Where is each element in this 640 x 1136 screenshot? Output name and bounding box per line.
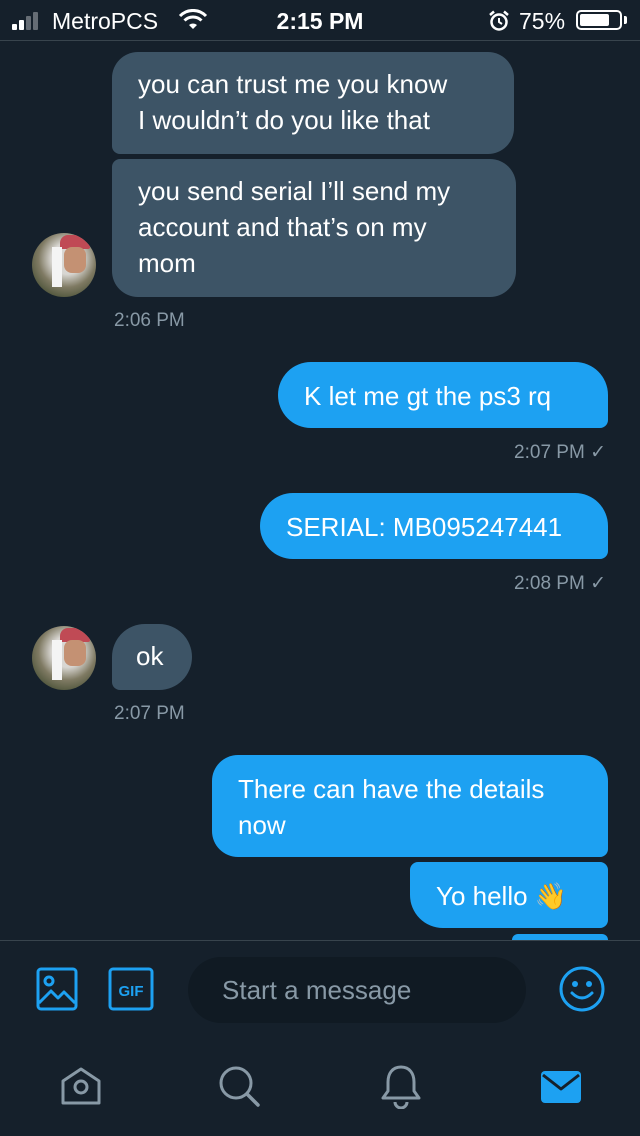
received-message-bubble[interactable]: you send serial I’ll send my account and… [112, 159, 516, 297]
status-divider [0, 40, 640, 41]
gif-icon[interactable]: GIF [108, 967, 154, 1016]
message-text: ok [136, 641, 164, 671]
emoji-icon[interactable] [558, 965, 606, 1018]
received-message-bubble[interactable]: ok [112, 624, 192, 690]
message-input[interactable]: Start a message [188, 957, 526, 1023]
message-text: now [238, 810, 286, 840]
bottom-nav [0, 1041, 640, 1136]
message-text: account and that’s on my [138, 212, 427, 242]
message-timestamp: 2:08 PM ✓ [514, 573, 606, 594]
sent-message-bubble[interactable]: K let me gt the ps3 rq [278, 362, 608, 428]
notifications-icon[interactable] [378, 1063, 424, 1114]
sent-message-bubble[interactable]: SERIAL: MB095247441 [260, 493, 608, 559]
message-text: I wouldn’t do you like that [138, 105, 430, 135]
message-text: Yo hello 👋 [436, 881, 568, 911]
avatar[interactable] [32, 626, 96, 690]
gif-label: GIF [119, 983, 144, 1000]
battery-tip [624, 16, 627, 24]
search-icon[interactable] [216, 1063, 262, 1114]
message-text: you send serial I’ll send my [138, 176, 451, 206]
message-text: you can trust me you know [138, 69, 448, 99]
home-icon[interactable] [58, 1063, 104, 1114]
sent-message-bubble[interactable]: Yo hello 👋 [410, 862, 608, 928]
message-timestamp: 2:07 PM ✓ [514, 442, 606, 463]
sent-message-bubble[interactable]: There can have the details now [212, 755, 608, 857]
message-text: K let me gt the ps3 rq [304, 381, 552, 411]
alarm-icon [488, 10, 510, 37]
message-text: SERIAL: MB095247441 [286, 512, 563, 542]
image-icon[interactable] [36, 967, 78, 1016]
status-bar: MetroPCS 2:15 PM 75% [0, 0, 640, 40]
battery-percent: 75% [519, 8, 566, 34]
message-timestamp: 2:06 PM [114, 310, 185, 331]
message-timestamp: 2:07 PM [114, 703, 185, 724]
message-composer: GIF Start a message [0, 941, 640, 1041]
message-text: There can have the details [238, 774, 545, 804]
message-text: mom [138, 248, 196, 278]
received-message-bubble[interactable]: you can trust me you know I wouldn’t do … [112, 52, 514, 154]
avatar[interactable] [32, 233, 96, 297]
battery-icon [576, 10, 622, 30]
messages-icon[interactable] [538, 1063, 584, 1114]
